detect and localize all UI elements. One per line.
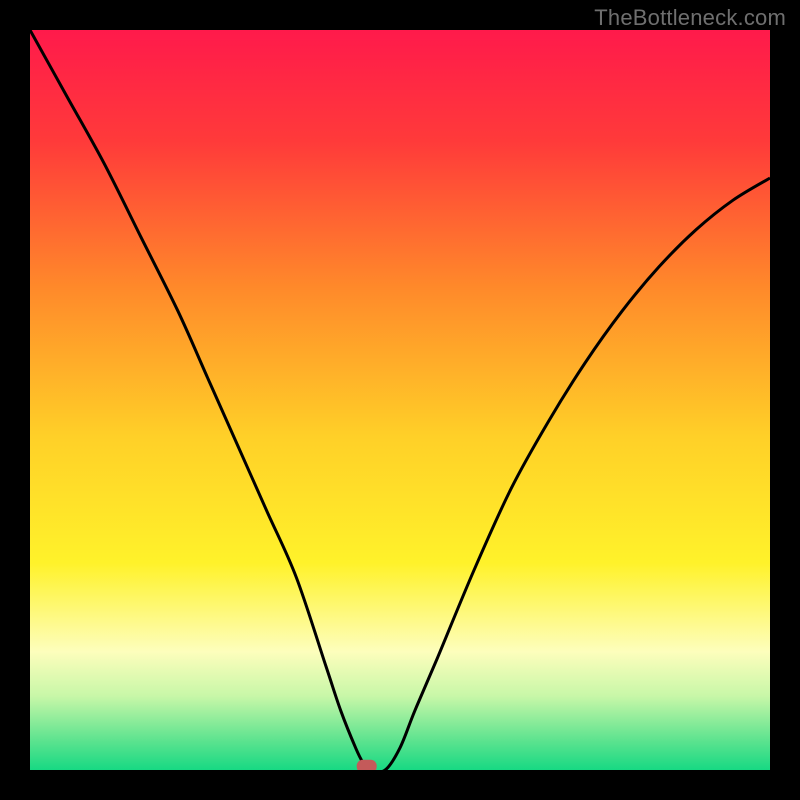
minimum-marker <box>357 760 377 770</box>
chart-frame: TheBottleneck.com <box>0 0 800 800</box>
watermark-text: TheBottleneck.com <box>594 5 786 31</box>
chart-svg <box>30 30 770 770</box>
plot-area <box>30 30 770 770</box>
chart-background <box>30 30 770 770</box>
